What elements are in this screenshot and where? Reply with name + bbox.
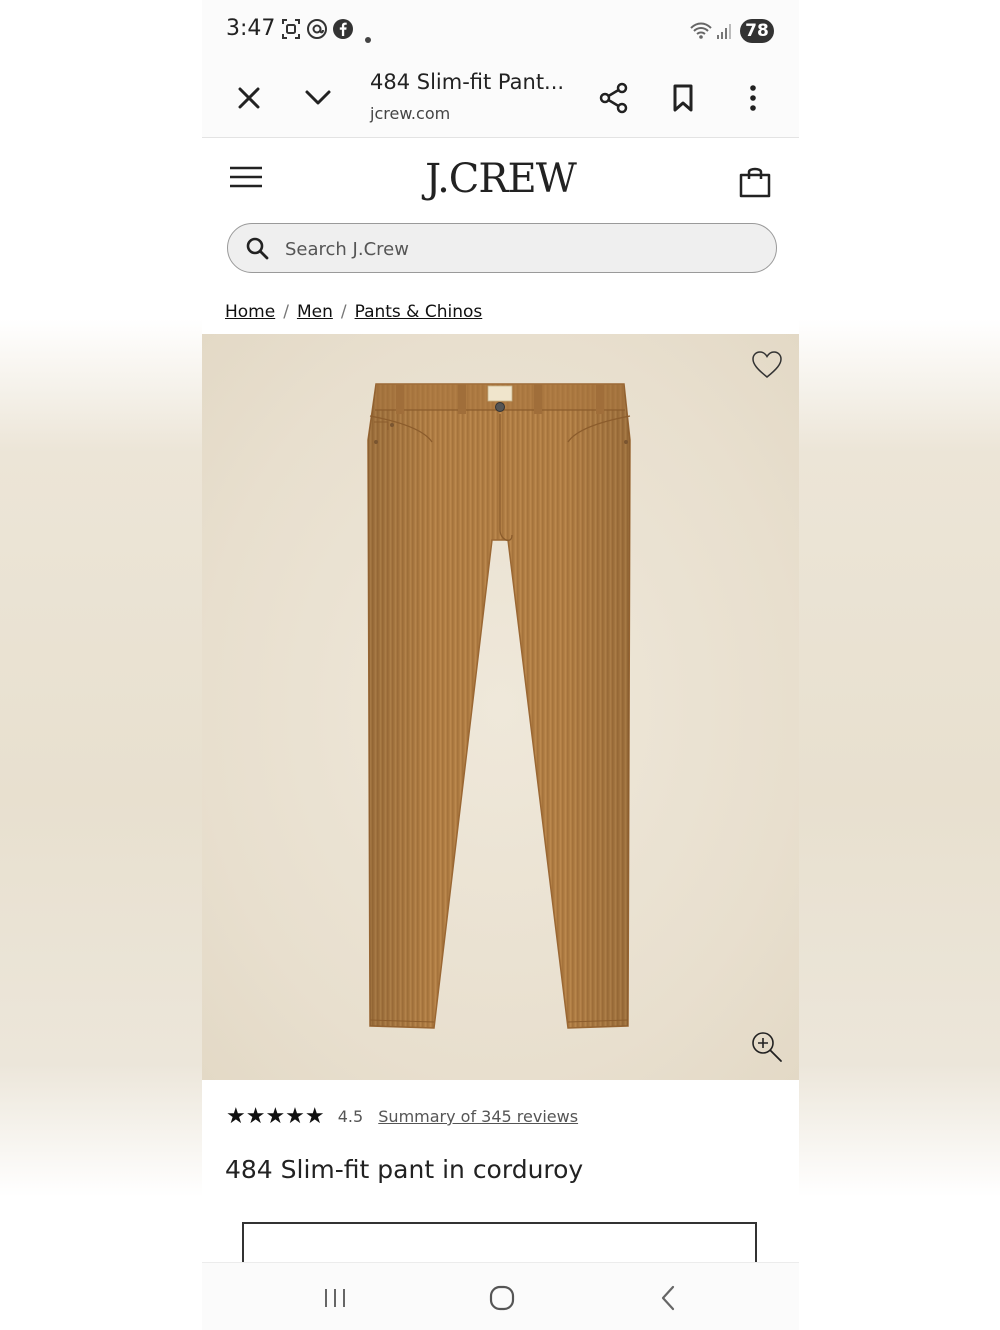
breadcrumb-pants-chinos[interactable]: Pants & Chinos (355, 302, 483, 322)
zoom-in-icon[interactable] (749, 1029, 785, 1065)
site-header: J.CREW (202, 138, 799, 222)
recents-icon[interactable] (320, 1283, 350, 1313)
product-image[interactable] (202, 334, 799, 1080)
shopping-bag-icon[interactable] (738, 164, 772, 198)
reviews-link[interactable]: Summary of 345 reviews (378, 1107, 578, 1126)
corduroy-pants-image (367, 383, 631, 1029)
more-vert-icon[interactable] (735, 80, 771, 116)
screenshot-icon (281, 18, 301, 44)
back-icon[interactable] (654, 1283, 684, 1313)
chevron-down-icon[interactable] (300, 80, 336, 116)
facebook-icon (332, 18, 354, 44)
rating-value: 4.5 (337, 1107, 364, 1126)
battery-icon: 78 (740, 19, 774, 43)
search-input[interactable] (283, 232, 757, 266)
breadcrumb-separator: / (283, 302, 289, 322)
jcrew-logo[interactable]: J.CREW (202, 156, 799, 202)
breadcrumb-home[interactable]: Home (225, 302, 275, 322)
search-bar[interactable] (227, 223, 777, 273)
status-time: 3:47 (226, 16, 276, 41)
breadcrumb-separator: / (340, 302, 347, 322)
dot-icon (365, 28, 371, 47)
star-rating-icon: ★★★★★ (226, 1104, 325, 1129)
status-bar: 3:47 78 (202, 0, 799, 62)
page-url[interactable]: jcrew.com (370, 104, 450, 123)
share-icon[interactable] (596, 80, 632, 116)
heart-icon[interactable] (751, 350, 783, 380)
phone-screen: 3:47 78 484 Slim-fit Pant... jcrew.com J… (202, 0, 799, 1330)
system-nav-bar (202, 1262, 799, 1330)
product-name: 484 Slim-fit pant in corduroy (225, 1155, 584, 1184)
breadcrumb-men[interactable]: Men (297, 302, 333, 322)
page-tab-title[interactable]: 484 Slim-fit Pant... (370, 70, 564, 94)
browser-toolbar: 484 Slim-fit Pant... jcrew.com (202, 62, 799, 138)
home-icon[interactable] (487, 1283, 517, 1313)
bookmark-icon[interactable] (665, 80, 701, 116)
close-icon[interactable] (231, 80, 267, 116)
signal-icon (716, 22, 734, 44)
threads-icon (306, 18, 328, 44)
breadcrumb: Home / Men / Pants & Chinos (225, 302, 482, 322)
wifi-icon (689, 22, 713, 44)
search-icon (245, 236, 269, 260)
rating-row: ★★★★★ 4.5 Summary of 345 reviews (226, 1104, 578, 1130)
